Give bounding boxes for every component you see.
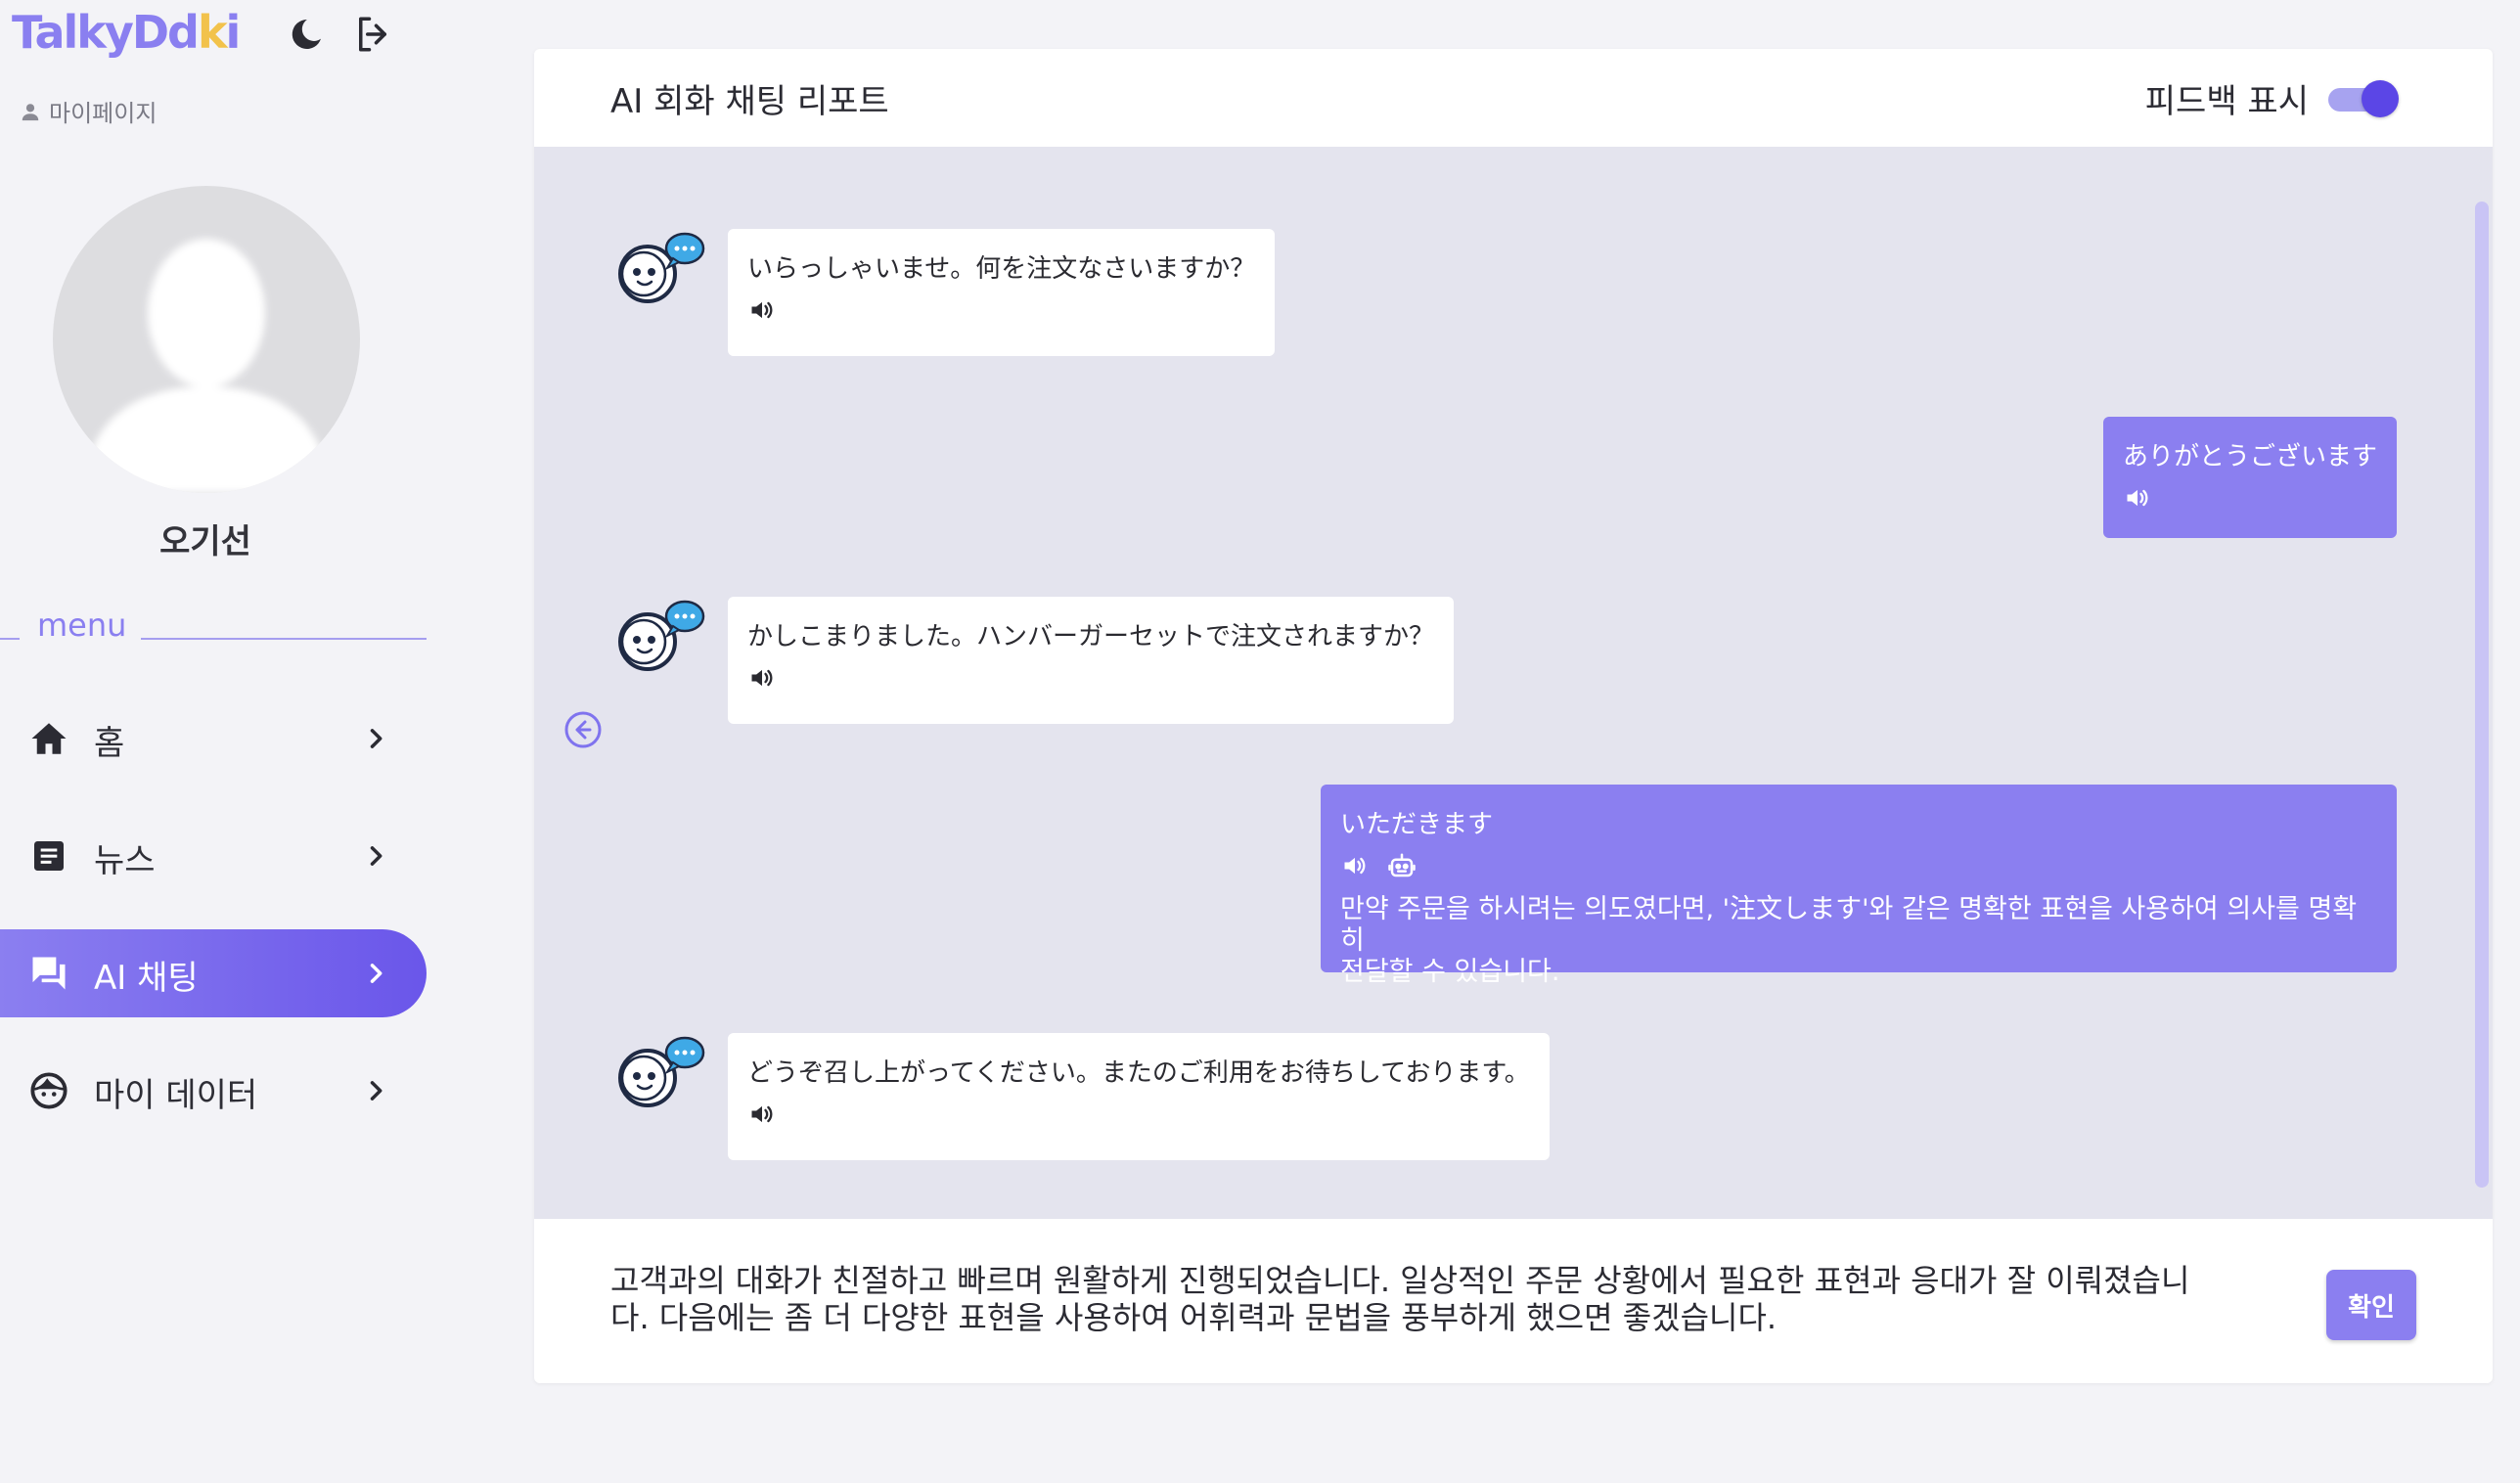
- article-icon: [27, 834, 70, 877]
- menu-title-label: menu: [37, 607, 127, 644]
- bot-message-bubble: どうぞ召し上がってください。またのご利用をお待ちしております。: [728, 1033, 1550, 1160]
- scrollbar[interactable]: [2469, 153, 2493, 1215]
- toggle-knob: [2362, 80, 2399, 117]
- message-text: いただきます: [1340, 810, 1494, 839]
- sidebar-item-label: 뉴스: [94, 841, 156, 880]
- divider: [141, 638, 427, 640]
- user-message-bubble: ありがとうございます: [2102, 417, 2397, 538]
- feedback-toggle-label: 피드백 표시: [2144, 82, 2309, 121]
- speaker-icon[interactable]: [747, 295, 777, 325]
- sidebar-item-news[interactable]: 뉴스: [0, 812, 427, 900]
- message-text: いらっしゃいませ。何を注文なさいますか？: [747, 254, 1256, 284]
- scrollbar-thumb[interactable]: [2475, 202, 2489, 1188]
- back-arrow-icon[interactable]: [563, 710, 603, 749]
- app-logo[interactable]: TalkyDdki: [12, 6, 241, 59]
- card-header: AI 회화 채팅 리포트 피드백 표시: [534, 49, 2493, 147]
- feedback-text: 만약 주문을 하시려는 의도였다면, '注文します'와 같은 명확한 표현을 사…: [1340, 894, 2377, 988]
- robot-feedback-icon[interactable]: [1387, 851, 1417, 880]
- sidebar-item-home[interactable]: 홈: [0, 695, 427, 783]
- confirm-button[interactable]: 확인: [2326, 1270, 2416, 1340]
- chat-icon: [27, 952, 70, 995]
- chevron-right-icon: [358, 956, 393, 991]
- divider: [0, 638, 20, 640]
- bot-avatar-icon: [614, 229, 708, 307]
- page-title: AI 회화 채팅 리포트: [610, 82, 889, 121]
- chat-report-card: AI 회화 채팅 리포트 피드백 표시 いらっしゃいませ。何を注文なさいますか？…: [534, 49, 2493, 1383]
- user-name: 오기선: [159, 522, 251, 562]
- mypage-label: 마이페이지: [49, 100, 158, 127]
- message-text: ありがとうございます: [2122, 442, 2377, 472]
- profile-avatar: [53, 186, 360, 493]
- feedback-toggle[interactable]: [2324, 80, 2399, 117]
- chevron-right-icon: [358, 1073, 393, 1108]
- sidebar-item-label: 홈: [94, 724, 125, 763]
- speaker-icon[interactable]: [747, 663, 777, 693]
- chevron-right-icon: [358, 721, 393, 756]
- home-icon: [27, 717, 70, 760]
- feedback-line: 만약 주문을 하시려는 의도였다면, '注文します'와 같은 명확한 표현을 사…: [1340, 894, 2358, 956]
- mypage-link[interactable]: 마이페이지: [20, 94, 157, 128]
- speaker-icon[interactable]: [1340, 851, 1370, 880]
- chat-area[interactable]: いらっしゃいませ。何を注文なさいますか？ ありがとうございます かしこまりました…: [534, 147, 2493, 1219]
- user-message-bubble: いただきます 만약 주문을 하시려는 의도였다면, '注文します'와 같은 명확…: [1321, 785, 2397, 987]
- message-text: かしこまりました。ハンバーガーセットで注文されますか？: [747, 622, 1435, 652]
- bot-avatar-icon: [614, 597, 708, 675]
- chevron-right-icon: [358, 838, 393, 874]
- logout-icon[interactable]: [350, 12, 395, 57]
- sidebar-item-label: AI 채팅: [94, 959, 199, 998]
- bot-message-bubble: かしこまりました。ハンバーガーセットで注文されますか？: [728, 597, 1455, 724]
- bot-message-bubble: いらっしゃいませ。何を注文なさいますか？: [728, 229, 1276, 356]
- report-summary: 고객과의 대화가 친절하고 빠르며 원활하게 진행되었습니다. 일상적인 주문 …: [610, 1262, 2264, 1336]
- bot-avatar-icon: [614, 1033, 708, 1111]
- dark-mode-icon[interactable]: [284, 12, 329, 57]
- speaker-icon[interactable]: [747, 1100, 777, 1129]
- sidebar-item-ai-chat[interactable]: AI 채팅: [0, 929, 427, 1017]
- speaker-icon[interactable]: [2123, 483, 2152, 513]
- face-icon: [27, 1069, 70, 1112]
- menu-section-title: menu: [0, 607, 427, 646]
- message-text: どうぞ召し上がってください。またのご利用をお待ちしております。: [747, 1058, 1530, 1088]
- feedback-line: 전달할 수 있습니다.: [1340, 957, 1560, 987]
- sidebar-item-label: 마이 데이터: [94, 1076, 258, 1115]
- person-icon: [22, 103, 39, 120]
- sidebar: TalkyDdki 마이페이지 오기선 menu 홈 뉴스 AI 채팅 마이 데…: [0, 0, 430, 1483]
- sidebar-item-my-data[interactable]: 마이 데이터: [0, 1047, 427, 1135]
- summary-line: 고객과의 대화가 친절하고 빠르며 원활하게 진행되었습니다. 일상적인 주문 …: [610, 1262, 2190, 1299]
- summary-line: 다. 다음에는 좀 더 다양한 표현을 사용하여 어휘력과 문법을 풍부하게 했…: [610, 1299, 1778, 1336]
